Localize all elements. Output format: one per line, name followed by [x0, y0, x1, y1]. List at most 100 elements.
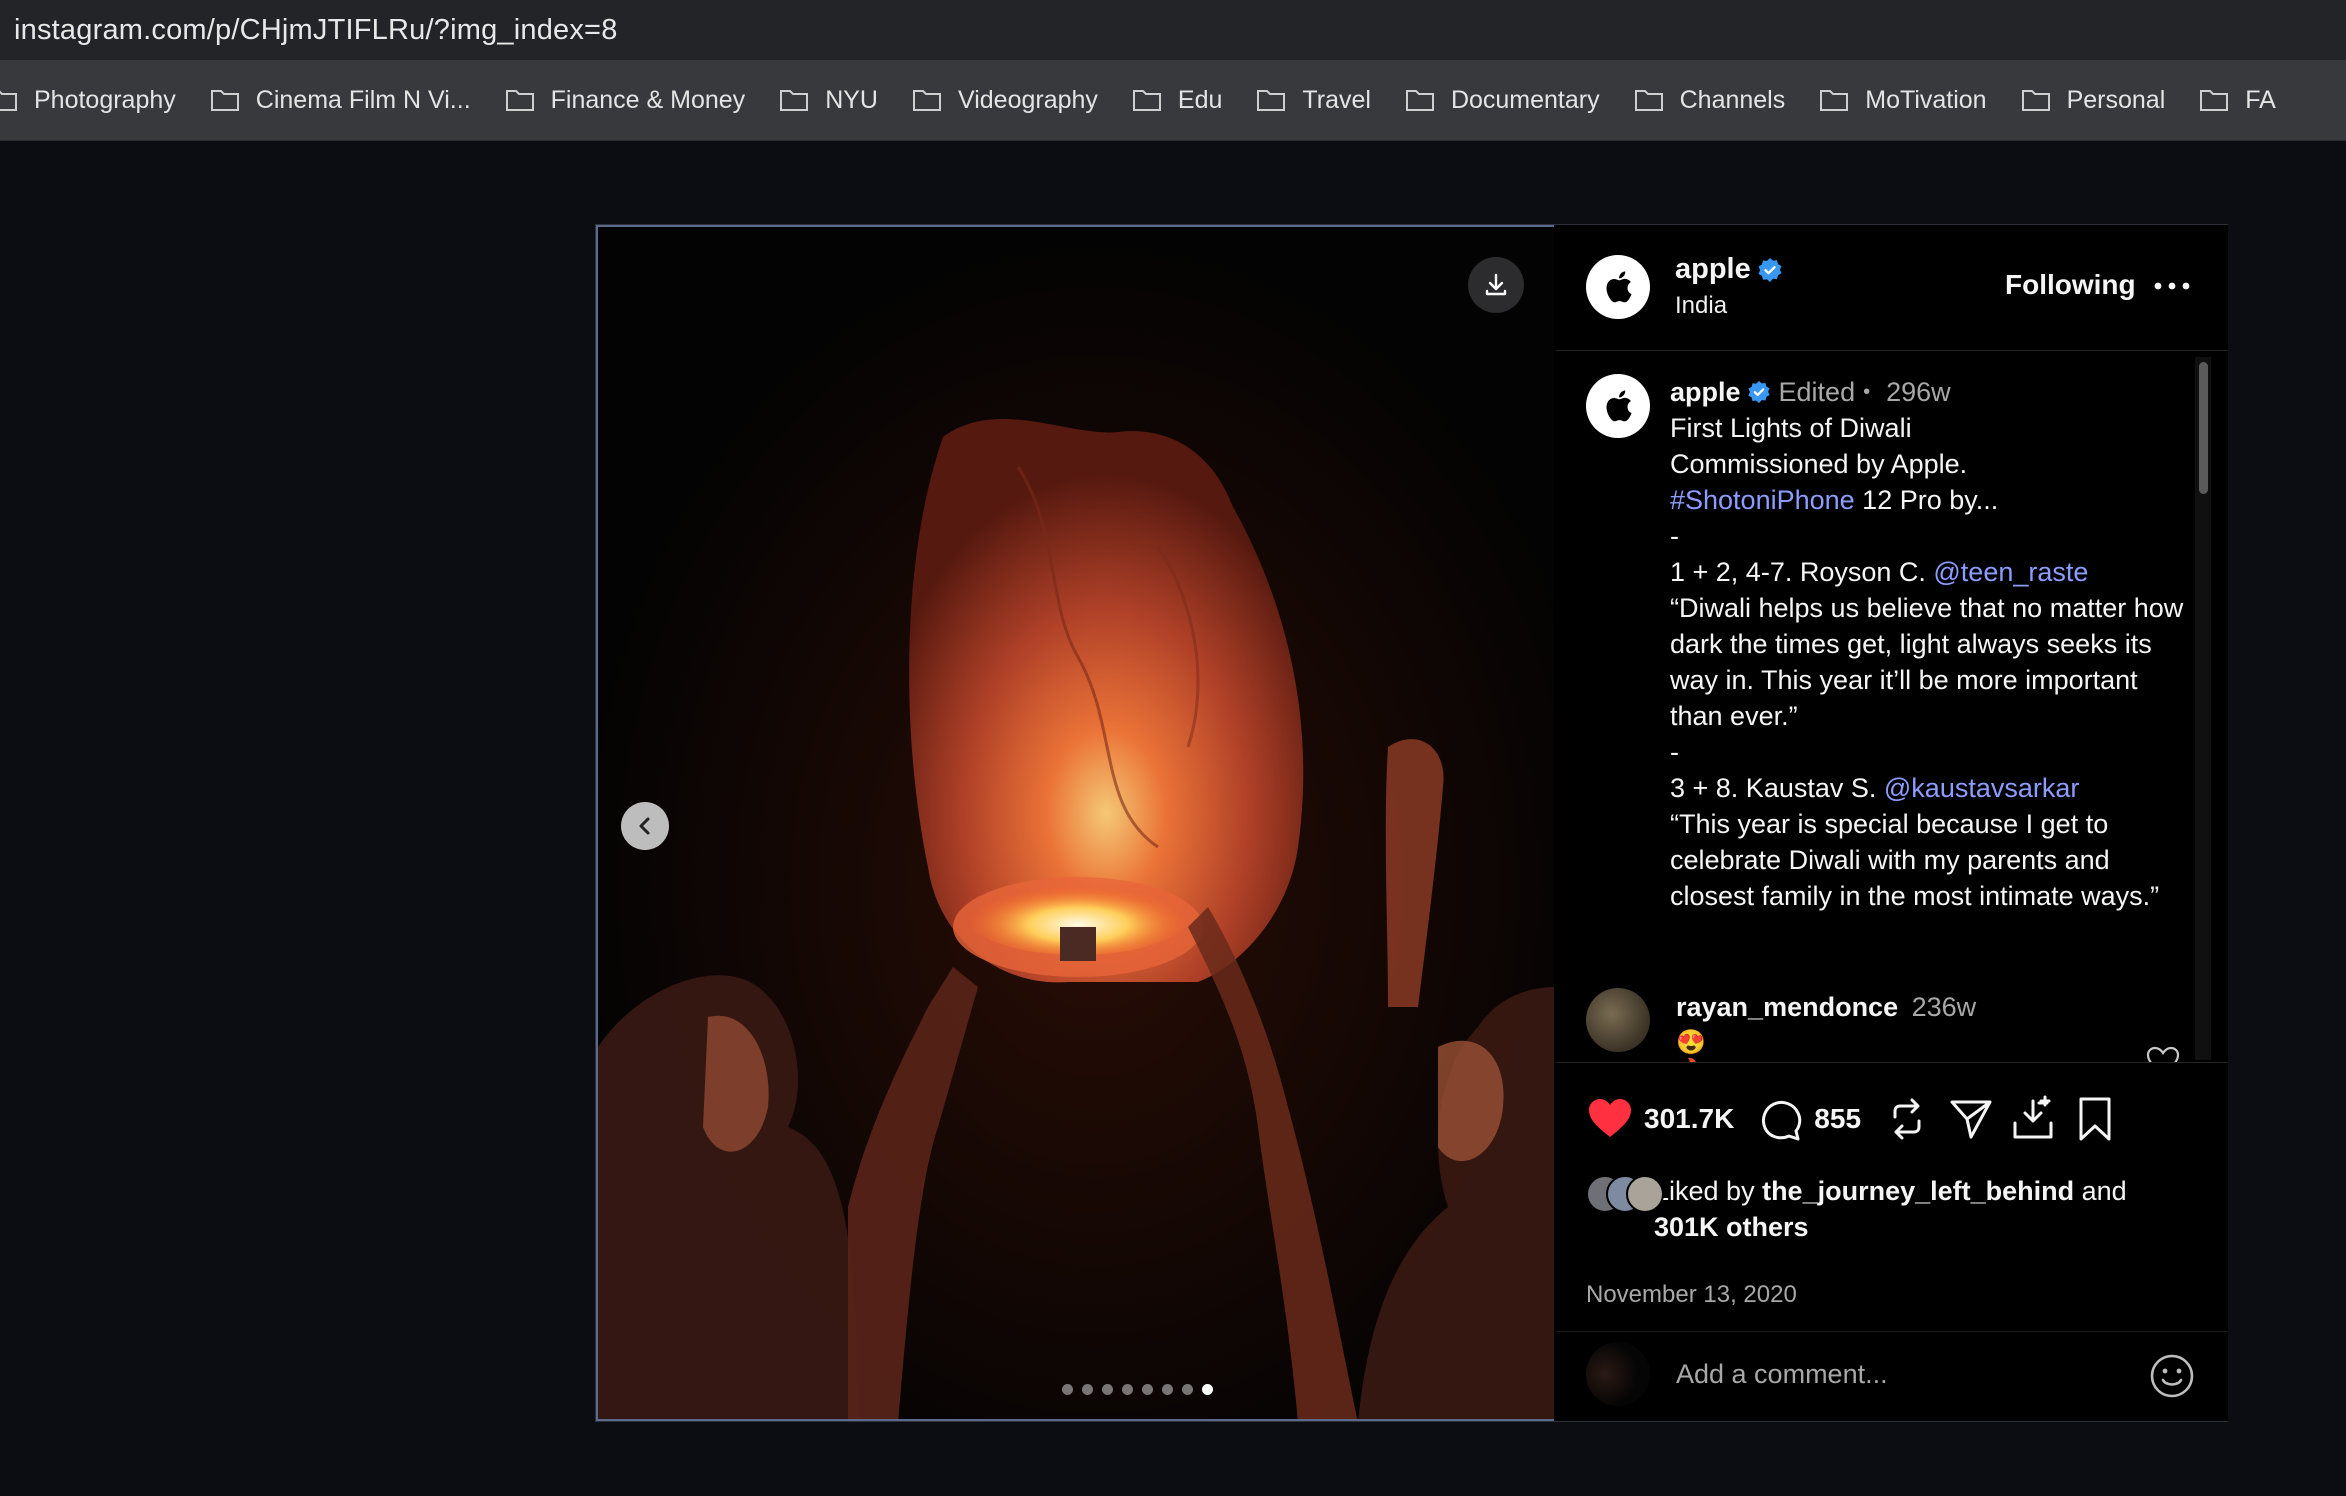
post-actions: 301.7K 855 Liked by the_journey_left_beh…: [1556, 1062, 2228, 1421]
following-button[interactable]: Following: [2005, 269, 2136, 301]
bookmark-label: Channels: [1679, 85, 1786, 114]
heart-filled-icon[interactable]: [1586, 1095, 1634, 1143]
bookmark-label: Videography: [957, 85, 1098, 114]
comments-section[interactable]: apple Edited • 296w First Lights of Diwa…: [1556, 352, 2228, 1062]
emoji-icon[interactable]: [2148, 1352, 2196, 1400]
bookmark-label: NYU: [825, 85, 878, 114]
comment-count[interactable]: 855: [1814, 1103, 1861, 1135]
caption-username[interactable]: apple: [1670, 374, 1741, 410]
verified-badge-icon: [1747, 380, 1770, 404]
post-location[interactable]: India: [1675, 292, 1727, 320]
folder-icon: [912, 90, 941, 111]
bookmark-folder-nyu[interactable]: NYU: [779, 86, 878, 115]
bookmark-folder-edu[interactable]: Edu: [1132, 86, 1222, 115]
credit-text: 3 + 8. Kaustav S.: [1670, 773, 1884, 803]
add-comment-bar: [1556, 1331, 2228, 1422]
sky-lantern-photo: [598, 227, 1554, 1419]
post-date[interactable]: November 13, 2020: [1586, 1281, 1797, 1309]
post-side-panel: apple India Following apple Edited • 296…: [1556, 225, 2228, 1421]
liked-by-prefix: Liked by: [1654, 1176, 1763, 1206]
caption-quote: “Diwali helps us believe that no matter …: [1670, 593, 2184, 731]
bookmark-folder-cinema[interactable]: Cinema Film N Vi...: [210, 86, 471, 115]
caption-line: 1 + 2, 4-7. Royson C. @teen_raste: [1670, 554, 2190, 590]
avatar[interactable]: [1586, 255, 1650, 319]
credit-text: 1 + 2, 4-7. Royson C.: [1670, 557, 1934, 587]
bookmark-label: Photography: [34, 85, 176, 114]
carousel-dot[interactable]: [1061, 1384, 1073, 1395]
download-icon: [1485, 273, 1507, 296]
carousel-dot[interactable]: [1161, 1384, 1173, 1395]
post-header: apple India Following: [1556, 225, 2228, 351]
bookmark-folder-finance[interactable]: Finance & Money: [505, 85, 746, 115]
bookmarks-bar: Photography Cinema Film N Vi... Finance …: [0, 60, 2346, 141]
caption-age[interactable]: 296w: [1886, 374, 1951, 410]
hashtag-link[interactable]: #ShotoniPhone: [1670, 485, 1855, 515]
commenter-avatar[interactable]: [1586, 988, 1650, 1052]
edited-label: Edited: [1778, 377, 1856, 407]
bookmark-label: FA: [2245, 85, 2276, 114]
carousel-dot[interactable]: [1081, 1384, 1093, 1395]
folder-icon: [780, 90, 809, 111]
liked-by-avatars[interactable]: [1586, 1175, 1664, 1215]
bookmark-folder-personal[interactable]: Personal: [2021, 86, 2165, 115]
bookmark-folder-fa[interactable]: FA: [2199, 86, 2276, 115]
liked-by-middle: and: [2074, 1176, 2127, 1206]
caption-line: 3 + 8. Kaustav S. @kaustavsarkar: [1670, 770, 2190, 806]
caption-line: -: [1670, 737, 1679, 767]
username[interactable]: apple: [1675, 253, 1751, 286]
bookmark-icon[interactable]: [2071, 1095, 2119, 1143]
bookmark-folder-motivation[interactable]: MoTivation: [1819, 86, 1987, 115]
mention-link[interactable]: @teen_raste: [1933, 557, 2088, 587]
comment-input[interactable]: [1676, 1354, 2116, 1394]
bookmark-label: Documentary: [1450, 85, 1600, 114]
carousel-dot[interactable]: [1181, 1384, 1193, 1395]
bookmark-folder-travel[interactable]: Travel: [1256, 86, 1371, 115]
post-author[interactable]: apple: [1675, 253, 1783, 286]
carousel-dot[interactable]: [1101, 1384, 1113, 1395]
share-icon[interactable]: [1947, 1095, 1995, 1143]
liked-by-user-link[interactable]: the_journey_left_behind: [1762, 1176, 2074, 1206]
previous-image-button[interactable]: [621, 802, 669, 850]
carousel-dot[interactable]: [1141, 1384, 1153, 1395]
commenter-username[interactable]: rayan_mendonce: [1676, 992, 1898, 1022]
liked-by-others-link[interactable]: 301K others: [1654, 1212, 1809, 1242]
comment-header: rayan_mendonce 236w: [1676, 992, 1976, 1023]
more-options-icon[interactable]: [2152, 279, 2192, 293]
avatar[interactable]: [1586, 374, 1650, 438]
carousel-dot[interactable]: [1121, 1384, 1133, 1395]
chevron-left-icon: [639, 817, 650, 835]
separator: •: [1863, 381, 1871, 403]
post-media[interactable]: [596, 225, 1554, 1421]
bookmark-folder-documentary[interactable]: Documentary: [1405, 86, 1600, 115]
mention-link[interactable]: @kaustavsarkar: [1884, 773, 2079, 803]
bookmark-folder-channels[interactable]: Channels: [1634, 85, 1786, 115]
folder-icon: [1820, 90, 1849, 111]
bookmark-label: Cinema Film N Vi...: [255, 85, 471, 114]
scrollbar-thumb[interactable]: [2199, 362, 2208, 494]
bookmark-label: Edu: [1177, 85, 1223, 114]
folder-icon: [505, 90, 534, 111]
current-user-avatar: [1586, 1342, 1650, 1406]
comment-text: 😍🔥🔥: [1676, 1029, 1706, 1062]
url-text: instagram.com/p/CHjmJTIFLRu/?img_index=8: [14, 13, 618, 46]
liked-by: Liked by the_journey_left_behind and 301…: [1586, 1173, 2174, 1245]
folder-icon: [2021, 90, 2050, 111]
action-bar: 301.7K 855: [1586, 1091, 2206, 1147]
like-count[interactable]: 301.7K: [1644, 1103, 1734, 1135]
bookmark-label: Finance & Money: [550, 85, 746, 114]
repost-icon[interactable]: [1883, 1095, 1931, 1143]
folder-icon: [1257, 90, 1286, 111]
bookmark-folder-videography[interactable]: Videography: [912, 86, 1098, 115]
heart-outline-icon[interactable]: [2146, 1046, 2180, 1062]
caption-line: First Lights of Diwali: [1670, 413, 1912, 443]
carousel-dot-active[interactable]: [1201, 1384, 1213, 1395]
comment-icon[interactable]: [1756, 1095, 1804, 1143]
folder-icon: [1634, 90, 1663, 111]
folder-icon: [0, 90, 17, 111]
folder-icon: [1132, 90, 1161, 111]
bookmark-folder-photography[interactable]: Photography: [0, 86, 176, 115]
address-bar[interactable]: instagram.com/p/CHjmJTIFLRu/?img_index=8: [0, 0, 2346, 60]
caption-text-run: 12 Pro by...: [1854, 485, 1999, 515]
save-to-collection-icon[interactable]: [2009, 1095, 2057, 1143]
download-button[interactable]: [1468, 257, 1524, 313]
